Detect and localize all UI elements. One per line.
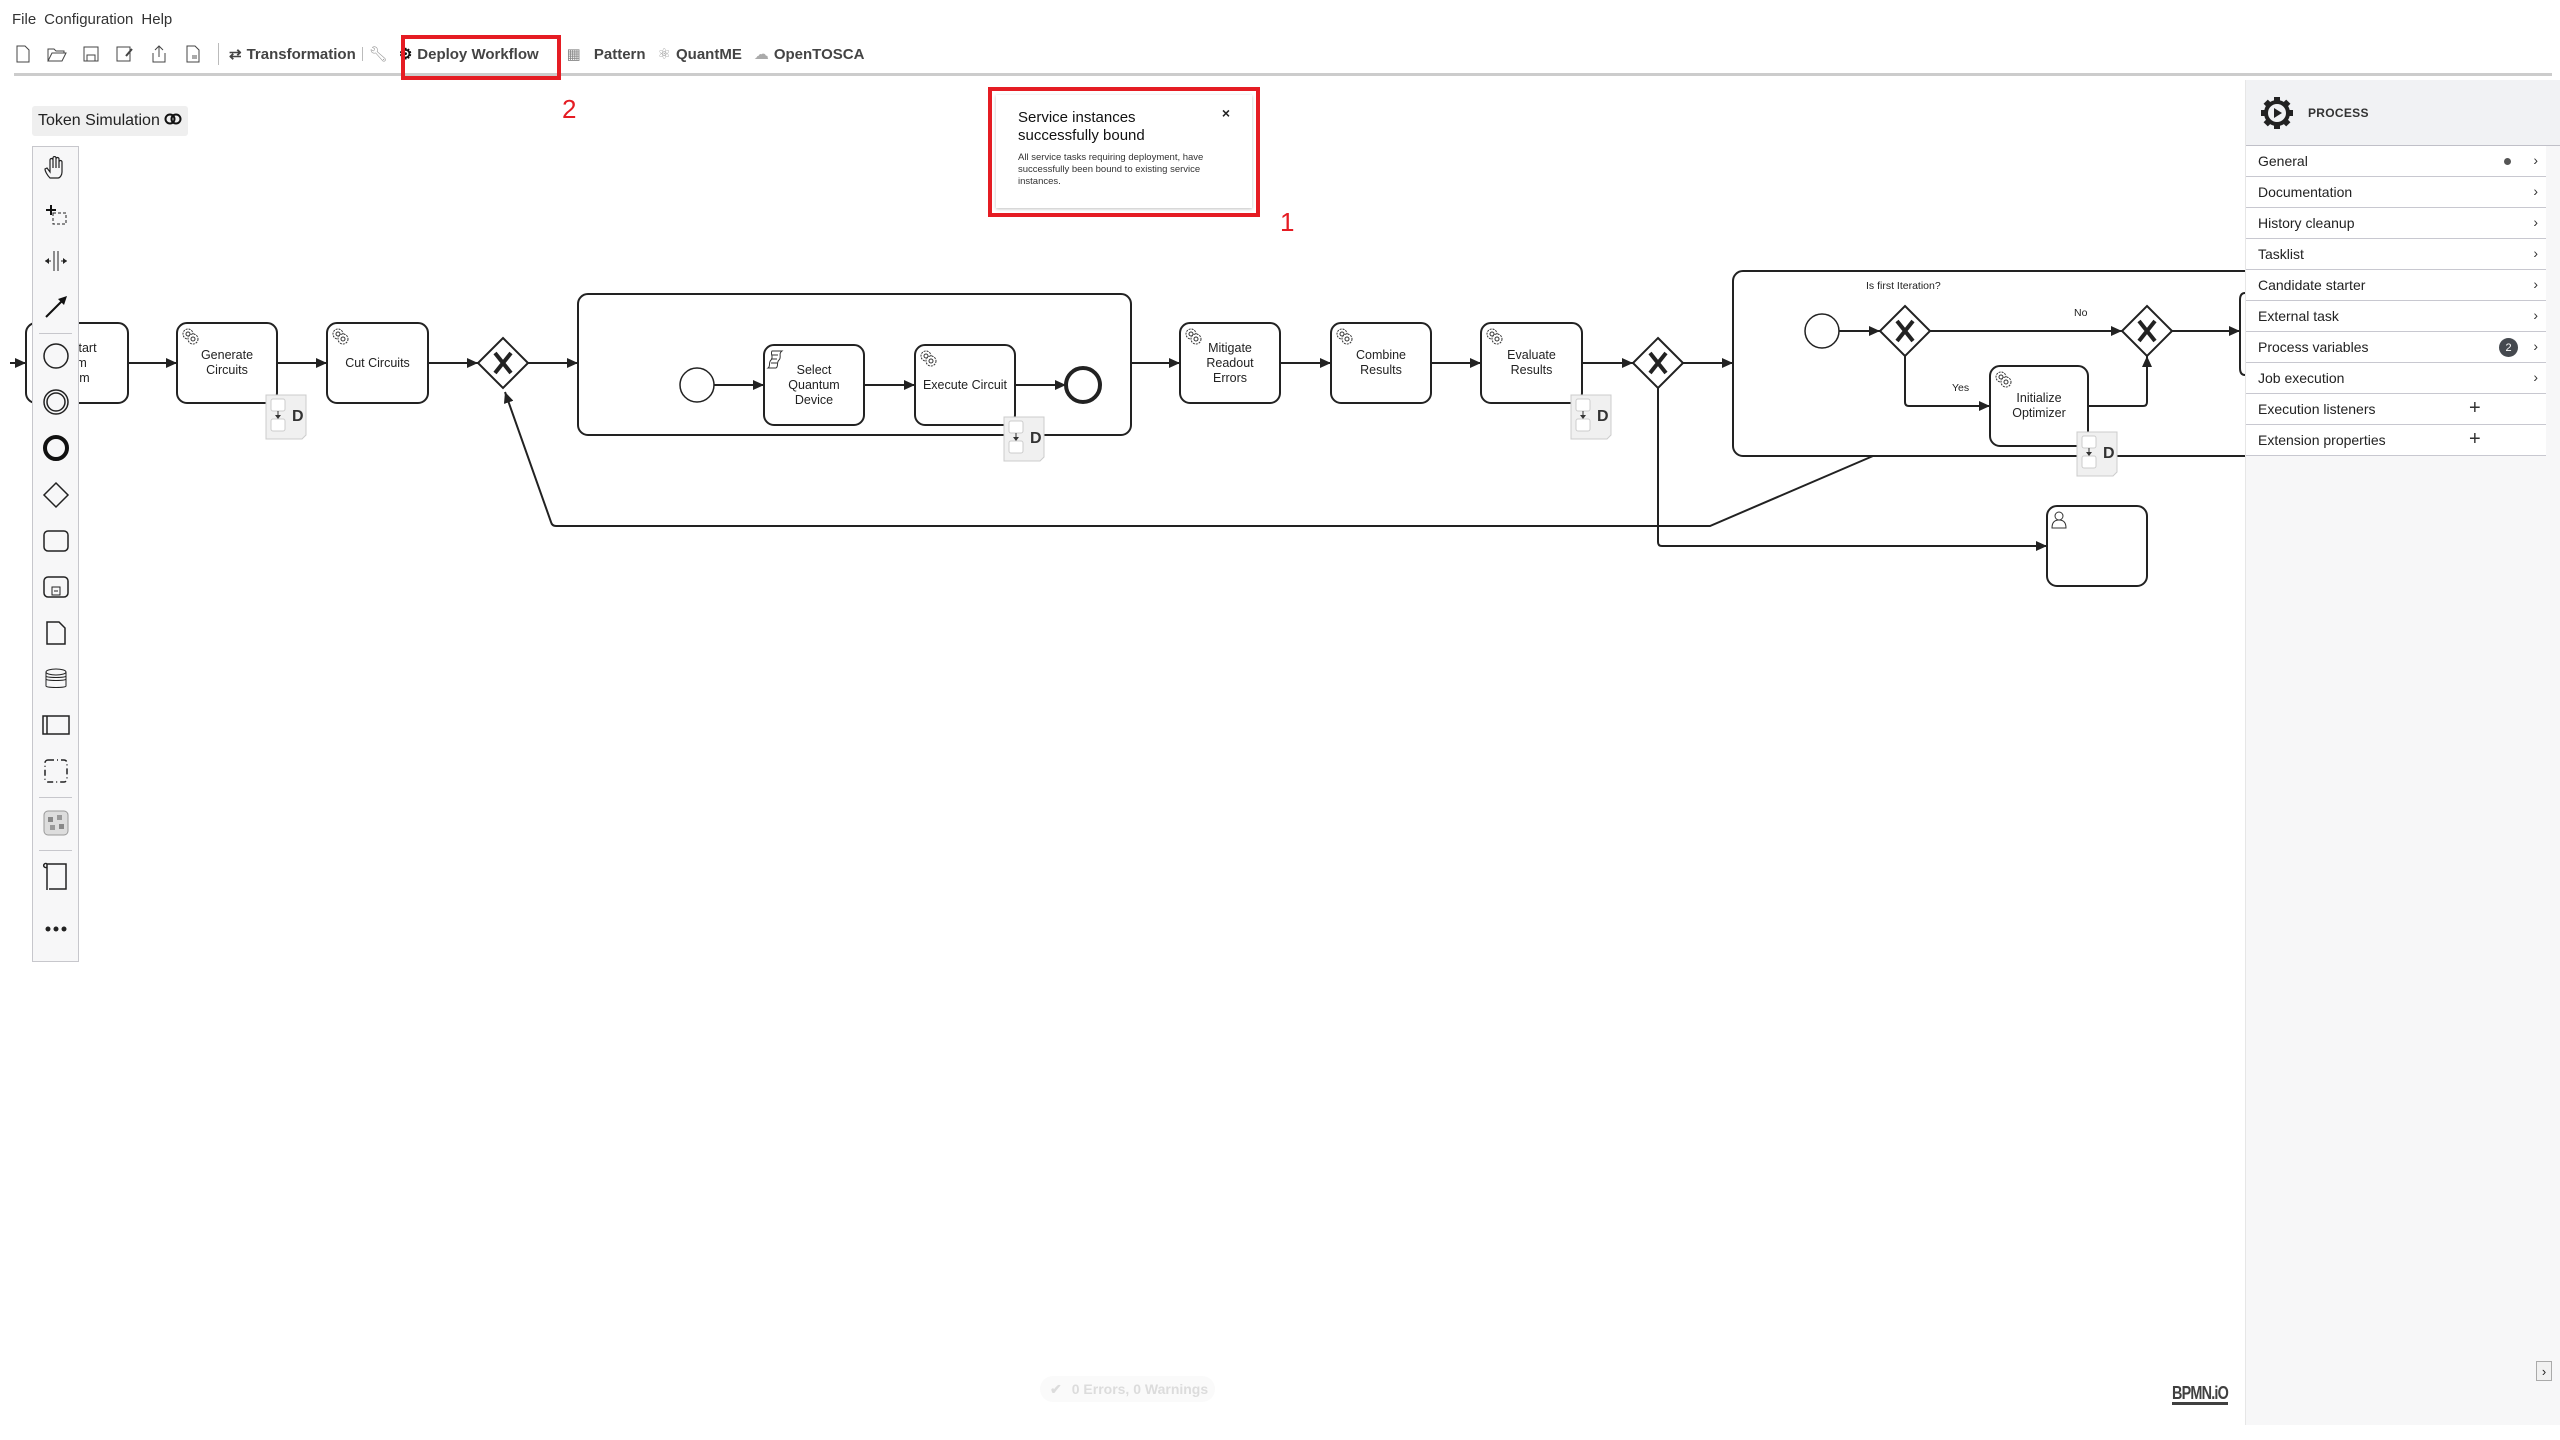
chevron-right-icon: › — [2533, 152, 2538, 168]
pattern-icon[interactable] — [33, 805, 78, 841]
group-external-task[interactable]: External task › — [2246, 301, 2546, 332]
linting-status[interactable]: ✔ 0 Errors, 0 Warnings — [1040, 1376, 1215, 1402]
more-tools-icon[interactable] — [33, 911, 78, 947]
hand-tool-icon[interactable] — [33, 150, 78, 186]
group-process-variables[interactable]: Process variables 2 › — [2246, 332, 2546, 363]
chevron-right-icon: › — [2533, 183, 2538, 199]
properties-panel: PROCESS General › Documentation › History … — [2245, 80, 2560, 1425]
pool-icon[interactable] — [33, 707, 78, 743]
data-store-icon[interactable] — [33, 661, 78, 697]
user-task-icon — [2051, 511, 2067, 529]
group-tasklist[interactable]: Tasklist › — [2246, 239, 2546, 270]
notification-highlight-box — [988, 87, 1260, 217]
x-marker-icon — [1895, 319, 1915, 343]
data-object-icon[interactable] — [33, 615, 78, 651]
start-event-icon[interactable] — [33, 338, 78, 374]
service-task-gear-icon — [920, 350, 937, 367]
sequence-flow-yes[interactable] — [1904, 356, 1990, 411]
chevron-right-icon: › — [2533, 307, 2538, 323]
connect-tool-icon[interactable] — [33, 289, 78, 325]
deployment-marker-icon[interactable] — [1003, 416, 1045, 462]
deployment-marker-icon[interactable] — [2076, 431, 2118, 477]
chevron-right-icon: › — [2533, 276, 2538, 292]
properties-groups: General › Documentation › History cleanup ›… — [2246, 146, 2560, 456]
properties-header: PROCESS — [2246, 80, 2560, 146]
group-documentation[interactable]: Documentation › — [2246, 177, 2546, 208]
chevron-right-icon: › — [2533, 214, 2538, 230]
group-execution-listeners[interactable]: Execution listeners + — [2246, 394, 2546, 425]
properties-title: PROCESS — [2308, 105, 2369, 120]
palette-separator — [39, 797, 72, 798]
service-task-gear-icon — [1336, 328, 1353, 345]
subprocess-execution[interactable] — [577, 293, 1132, 436]
count-badge: 2 — [2499, 338, 2518, 357]
palette-separator — [39, 333, 72, 334]
group-icon[interactable] — [33, 753, 78, 789]
task-icon[interactable] — [33, 523, 78, 559]
toggle-icon — [164, 112, 182, 130]
end-event[interactable] — [1064, 366, 1102, 404]
service-task-gear-icon — [1995, 371, 2012, 388]
x-marker-icon — [1648, 351, 1668, 375]
deployment-marker-icon[interactable] — [1570, 394, 1612, 440]
subprocess-icon[interactable] — [33, 569, 78, 605]
service-task-gear-icon — [182, 328, 199, 345]
add-icon[interactable]: + — [2469, 397, 2481, 420]
x-marker-icon — [2137, 319, 2157, 343]
gateway-label: Is first Iteration? — [1866, 280, 1941, 292]
changed-dot-icon — [2504, 158, 2511, 165]
bpmn-io-logo[interactable]: BPMN.iO — [2172, 1384, 2229, 1405]
end-event-icon[interactable] — [33, 430, 78, 466]
notification-marker-number: 1 — [1280, 207, 1295, 237]
sequence-flow[interactable] — [2088, 356, 2152, 407]
script-task-icon — [766, 350, 784, 369]
chevron-right-icon: › — [2533, 338, 2538, 354]
space-tool-icon[interactable] — [33, 243, 78, 279]
palette-separator — [39, 850, 72, 851]
chevron-right-icon: › — [2533, 245, 2538, 261]
group-history-cleanup[interactable]: History cleanup › — [2246, 208, 2546, 239]
group-general[interactable]: General › — [2246, 146, 2546, 177]
start-event[interactable] — [679, 367, 715, 403]
gateway-icon[interactable] — [33, 477, 78, 513]
deployment-marker-icon[interactable] — [265, 394, 307, 440]
sequence-flow-loop[interactable] — [503, 391, 1874, 527]
service-task-gear-icon — [1486, 328, 1503, 345]
x-marker-icon — [493, 351, 513, 375]
group-extension-properties[interactable]: Extension properties + — [2246, 425, 2546, 456]
flow-label-yes: Yes — [1952, 382, 1970, 394]
group-job-execution[interactable]: Job execution › — [2246, 363, 2546, 394]
flow-label-no: No — [2074, 307, 2088, 319]
group-candidate-starter[interactable]: Candidate starter › — [2246, 270, 2546, 301]
check-icon: ✔ — [1050, 1380, 1062, 1397]
chevron-right-icon: › — [2533, 369, 2538, 385]
deploy-highlight-box — [401, 35, 561, 80]
palette — [32, 146, 79, 962]
service-task-gear-icon — [332, 328, 349, 345]
add-icon[interactable]: + — [2469, 428, 2481, 451]
process-gear-icon — [2261, 96, 2293, 129]
task-select-quantum-device[interactable] — [763, 344, 865, 426]
intermediate-event-icon[interactable] — [33, 384, 78, 420]
lasso-tool-icon[interactable] — [33, 197, 78, 233]
service-task-gear-icon — [1185, 328, 1202, 345]
text-annotation-icon[interactable] — [33, 859, 78, 895]
start-event[interactable] — [1804, 313, 1840, 349]
panel-toggle-button[interactable]: › — [2536, 1361, 2552, 1381]
token-simulation-toggle[interactable]: Token Simulation — [32, 106, 188, 136]
